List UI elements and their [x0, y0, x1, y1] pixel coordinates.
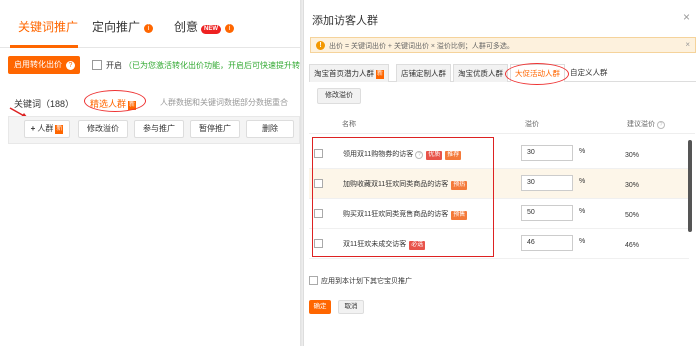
- tab-creative[interactable]: 创意 NEW i: [174, 18, 235, 35]
- help-icon: ?: [657, 121, 665, 129]
- tab-targeted-promotion[interactable]: 定向推广 i: [92, 18, 154, 35]
- warning-banner: ! 出价 = 关键词出价 + 关键词出价 × 溢价比例；人群可多选。 ×: [310, 37, 696, 53]
- premium-input[interactable]: 30: [521, 175, 573, 191]
- premium-input[interactable]: 46: [521, 235, 573, 251]
- scrollbar[interactable]: [688, 140, 692, 232]
- tab-creative-label: 创意: [174, 20, 199, 34]
- close-icon[interactable]: ×: [685, 40, 690, 49]
- conversion-button-label: 启用转化出价: [14, 60, 62, 69]
- confirm-button[interactable]: 确定: [309, 300, 331, 314]
- percent-unit: %: [579, 238, 586, 245]
- column-premium: 溢价: [525, 121, 539, 128]
- suggested-premium: 30%: [625, 152, 640, 159]
- enable-conversion-bid-button[interactable]: 启用转化出价?: [8, 56, 80, 74]
- tab-custom-crowd[interactable]: 自定义人群: [566, 64, 612, 82]
- percent-unit: %: [579, 178, 586, 185]
- modify-premium-button[interactable]: 修改溢价: [78, 120, 128, 138]
- warning-icon: !: [316, 41, 325, 50]
- new-badge: 新: [55, 125, 64, 134]
- suggested-premium: 46%: [625, 242, 640, 249]
- delete-button[interactable]: 删除: [246, 120, 294, 138]
- suggested-premium: 50%: [625, 212, 640, 219]
- help-icon: ?: [66, 61, 75, 70]
- percent-unit: %: [579, 208, 586, 215]
- percent-unit: %: [579, 148, 586, 155]
- apply-to-other-items-label: 应用到本计划下其它宝贝推广: [321, 278, 412, 285]
- conversion-note: （已为您激活转化出价功能，开启后可快速提升转化效: [124, 61, 300, 70]
- top-nav: 关键词推广 定向推广 i 创意 NEW i: [0, 0, 300, 48]
- modify-premium-button[interactable]: 修改溢价: [317, 88, 361, 104]
- add-crowd-label: 人群: [37, 124, 54, 133]
- annotation-circle: [505, 63, 569, 85]
- open-label: 开启: [106, 61, 122, 70]
- tab-label: 淘宝首页潜力人群: [314, 69, 374, 78]
- annotation-circle: [84, 90, 146, 112]
- tab-homepage-potential[interactable]: 淘宝首页潜力人群新: [309, 64, 390, 82]
- cancel-button[interactable]: 取消: [338, 300, 364, 314]
- crowd-hint: 人群数据和关键词数据部分数据重合: [160, 98, 288, 107]
- pause-promotion-button[interactable]: 暂停推广: [190, 120, 240, 138]
- premium-input[interactable]: 30: [521, 145, 573, 161]
- column-name: 名称: [342, 121, 356, 128]
- add-crowd-button[interactable]: + 人群新: [24, 120, 70, 138]
- tab-store-custom[interactable]: 店铺定制人群: [396, 64, 451, 82]
- info-icon: i: [144, 24, 154, 33]
- plus-icon: +: [30, 124, 36, 133]
- tab-targeted-label: 定向推广: [92, 20, 141, 34]
- close-icon[interactable]: ×: [683, 10, 690, 24]
- active-tab-underline: [10, 45, 78, 48]
- column-suggested: 建议溢价?: [627, 119, 665, 129]
- new-badge: 新: [376, 70, 385, 79]
- join-promotion-button[interactable]: 参与推广: [134, 120, 184, 138]
- open-checkbox[interactable]: [92, 60, 102, 70]
- premium-input[interactable]: 50: [521, 205, 573, 221]
- info-icon: i: [225, 24, 235, 33]
- tab-quality-crowd[interactable]: 淘宝优质人群: [453, 64, 508, 82]
- annotation-highlight-box: [312, 137, 494, 257]
- suggested-premium: 30%: [625, 182, 640, 189]
- warning-text: 出价 = 关键词出价 + 关键词出价 × 溢价比例；人群可多选。: [329, 43, 514, 50]
- new-badge: NEW: [201, 25, 222, 34]
- column-suggested-label: 建议溢价: [627, 121, 655, 128]
- tab-keyword-promotion[interactable]: 关键词推广: [18, 18, 78, 35]
- apply-to-other-items-checkbox[interactable]: [309, 276, 318, 285]
- dialog-title: 添加访客人群: [312, 15, 378, 27]
